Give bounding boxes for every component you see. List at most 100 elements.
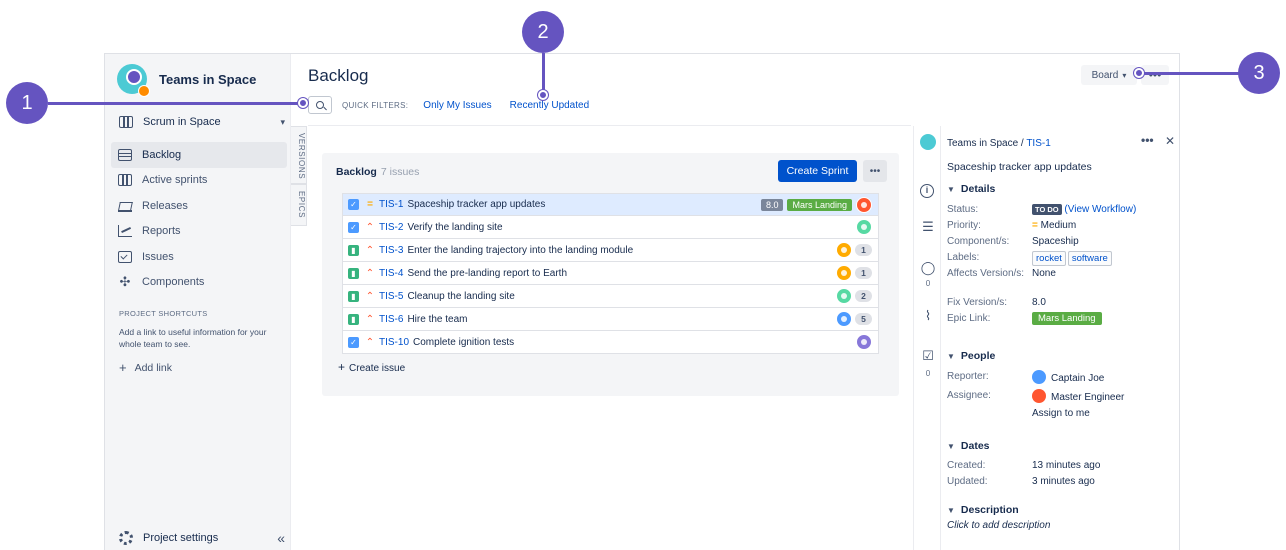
- detail-more-button[interactable]: •••: [1141, 133, 1154, 147]
- epic-lozenge[interactable]: Mars Landing: [1032, 312, 1102, 325]
- details-section-toggle[interactable]: ▼ Details: [947, 183, 995, 195]
- project-settings-link[interactable]: Project settings «: [119, 530, 285, 546]
- estimate-badge: 8.0: [760, 199, 784, 211]
- field-label: Labels:: [947, 252, 980, 263]
- attachment-icon[interactable]: ⌇: [920, 308, 936, 324]
- filter-recently-updated[interactable]: Recently Updated: [510, 100, 590, 111]
- fix-version-link[interactable]: 8.0: [1032, 296, 1177, 309]
- add-link-label: Add link: [134, 361, 172, 374]
- description-icon[interactable]: ☰: [920, 220, 936, 233]
- create-issue-button[interactable]: + Create issue: [338, 360, 405, 374]
- chevron-down-icon: ▾: [280, 116, 285, 127]
- issue-row[interactable]: ✓ = TIS-1 Spaceship tracker app updates 8.0 M…: [342, 193, 879, 216]
- sidebar-item-backlog[interactable]: Backlog: [111, 142, 287, 168]
- view-workflow-link[interactable]: View Workflow: [1068, 204, 1133, 215]
- backlog-icon: [118, 148, 132, 161]
- field-label: Epic Link:: [947, 313, 991, 324]
- callout-dot-2: [538, 90, 548, 100]
- reporter-row: Reporter: Captain Joe: [947, 370, 1177, 385]
- component-link[interactable]: Spaceship: [1032, 235, 1177, 248]
- board-selector-label: Scrum in Space: [143, 116, 221, 128]
- sidebar-item-reports[interactable]: Reports: [111, 219, 287, 245]
- issue-row[interactable]: ▮ ⌃ TIS-6 Hire the team 5: [342, 308, 879, 331]
- sidebar-item-releases[interactable]: Releases: [111, 193, 287, 219]
- issue-summary[interactable]: Spaceship tracker app updates: [947, 161, 1092, 173]
- issue-row[interactable]: ▮ ⌃ TIS-4 Send the pre-landing report to Ea…: [342, 262, 879, 285]
- issue-row[interactable]: ✓ ⌃ TIS-10 Complete ignition tests: [342, 331, 879, 354]
- priority-high-icon: ⌃: [365, 267, 375, 279]
- quick-filters-label: QUICK FILTERS:: [342, 100, 409, 110]
- label-tag[interactable]: software: [1067, 251, 1112, 266]
- project-badge-icon: [138, 85, 150, 97]
- created-row: Created: 13 minutes ago: [947, 459, 1177, 472]
- story-type-icon: ▮: [348, 244, 359, 256]
- filter-only-my-issues[interactable]: Only My Issues: [423, 100, 491, 111]
- sidebar-item-components[interactable]: ✣ Components: [111, 270, 287, 296]
- page-title: Backlog: [308, 66, 369, 85]
- story-points-badge: 1: [855, 267, 872, 279]
- add-link-button[interactable]: + Add link: [119, 360, 172, 375]
- search-icon: [316, 101, 324, 109]
- board-dropdown-button[interactable]: Board ▾: [1081, 65, 1137, 85]
- project-avatar-icon[interactable]: [920, 134, 936, 150]
- assignee-row: Assignee: Master Engineer: [947, 389, 1177, 404]
- search-button[interactable]: [308, 96, 332, 114]
- issue-row[interactable]: ▮ ⌃ TIS-3 Enter the landing trajectory into…: [342, 239, 879, 262]
- backlog-more-button[interactable]: •••: [863, 160, 887, 182]
- close-icon[interactable]: ✕: [1165, 134, 1175, 148]
- puzzle-icon: ✣: [119, 274, 131, 290]
- comment-icon[interactable]: ◯: [920, 260, 936, 276]
- field-label: Priority:: [947, 220, 981, 231]
- tab-epics[interactable]: EPICS: [291, 184, 307, 226]
- more-actions-button[interactable]: •••: [1141, 65, 1169, 85]
- issue-key[interactable]: TIS-6: [379, 314, 403, 325]
- status-badge[interactable]: TO DO: [1032, 204, 1062, 215]
- people-section-toggle[interactable]: ▼ People: [947, 350, 995, 362]
- sidebar-item-label: Issues: [142, 250, 174, 263]
- issue-key[interactable]: TIS-4: [379, 268, 403, 279]
- field-label: Component/s:: [947, 236, 1010, 247]
- field-label: Reporter:: [947, 371, 989, 382]
- chevron-down-icon: ▼: [947, 184, 955, 194]
- affects-version-value[interactable]: None: [1032, 267, 1177, 280]
- affects-version-row: Affects Version/s: None: [947, 267, 1177, 280]
- info-icon[interactable]: i: [920, 184, 936, 198]
- issue-key[interactable]: TIS-1: [379, 199, 403, 210]
- create-issue-label: Create issue: [349, 363, 406, 374]
- story-type-icon: ▮: [348, 313, 359, 325]
- breadcrumb-issue-key[interactable]: TIS-1: [1026, 138, 1050, 149]
- epic-lozenge[interactable]: Mars Landing: [787, 199, 852, 211]
- label-tag[interactable]: rocket: [1032, 251, 1066, 266]
- issue-key[interactable]: TIS-10: [379, 337, 409, 348]
- tab-versions[interactable]: VERSIONS: [291, 126, 307, 184]
- priority-value[interactable]: Medium: [1041, 220, 1077, 231]
- issue-row[interactable]: ✓ ⌃ TIS-2 Verify the landing site: [342, 216, 879, 239]
- sidebar-item-issues[interactable]: Issues: [111, 244, 287, 270]
- dates-section-toggle[interactable]: ▼ Dates: [947, 440, 990, 452]
- project-header[interactable]: Teams in Space: [117, 64, 256, 97]
- breadcrumb-project[interactable]: Teams in Space: [947, 138, 1018, 149]
- issue-key[interactable]: TIS-3: [379, 245, 403, 256]
- board-selector[interactable]: Scrum in Space ▾: [119, 116, 285, 128]
- assignee-value[interactable]: Master Engineer: [1051, 392, 1124, 403]
- avatar: [856, 197, 872, 213]
- description-section-toggle[interactable]: ▼ Description: [947, 504, 1019, 516]
- sidebar-item-label: Reports: [142, 225, 181, 238]
- issue-row[interactable]: ▮ ⌃ TIS-5 Cleanup the landing site 2: [342, 285, 879, 308]
- reporter-value[interactable]: Captain Joe: [1051, 373, 1104, 384]
- description-placeholder[interactable]: Click to add description: [947, 520, 1050, 531]
- issue-meta: 5: [836, 311, 872, 327]
- issue-key[interactable]: TIS-5: [379, 291, 403, 302]
- backlog-header: Backlog 7 issues: [336, 166, 419, 178]
- subtasks-icon[interactable]: ☑: [920, 348, 936, 364]
- issue-key[interactable]: TIS-2: [379, 222, 403, 233]
- collapse-sidebar-icon[interactable]: «: [277, 530, 285, 546]
- assign-to-me-link[interactable]: Assign to me: [1032, 407, 1177, 420]
- sidebar-item-active-sprints[interactable]: Active sprints: [111, 168, 287, 194]
- priority-high-icon: ⌃: [365, 221, 375, 233]
- create-sprint-button[interactable]: Create Sprint: [778, 160, 857, 182]
- quick-filters-bar: QUICK FILTERS: Only My Issues Recently U…: [308, 96, 589, 114]
- shortcuts-heading: PROJECT SHORTCUTS: [119, 309, 208, 318]
- comment-count: 0: [925, 279, 931, 288]
- story-type-icon: ▮: [348, 267, 359, 279]
